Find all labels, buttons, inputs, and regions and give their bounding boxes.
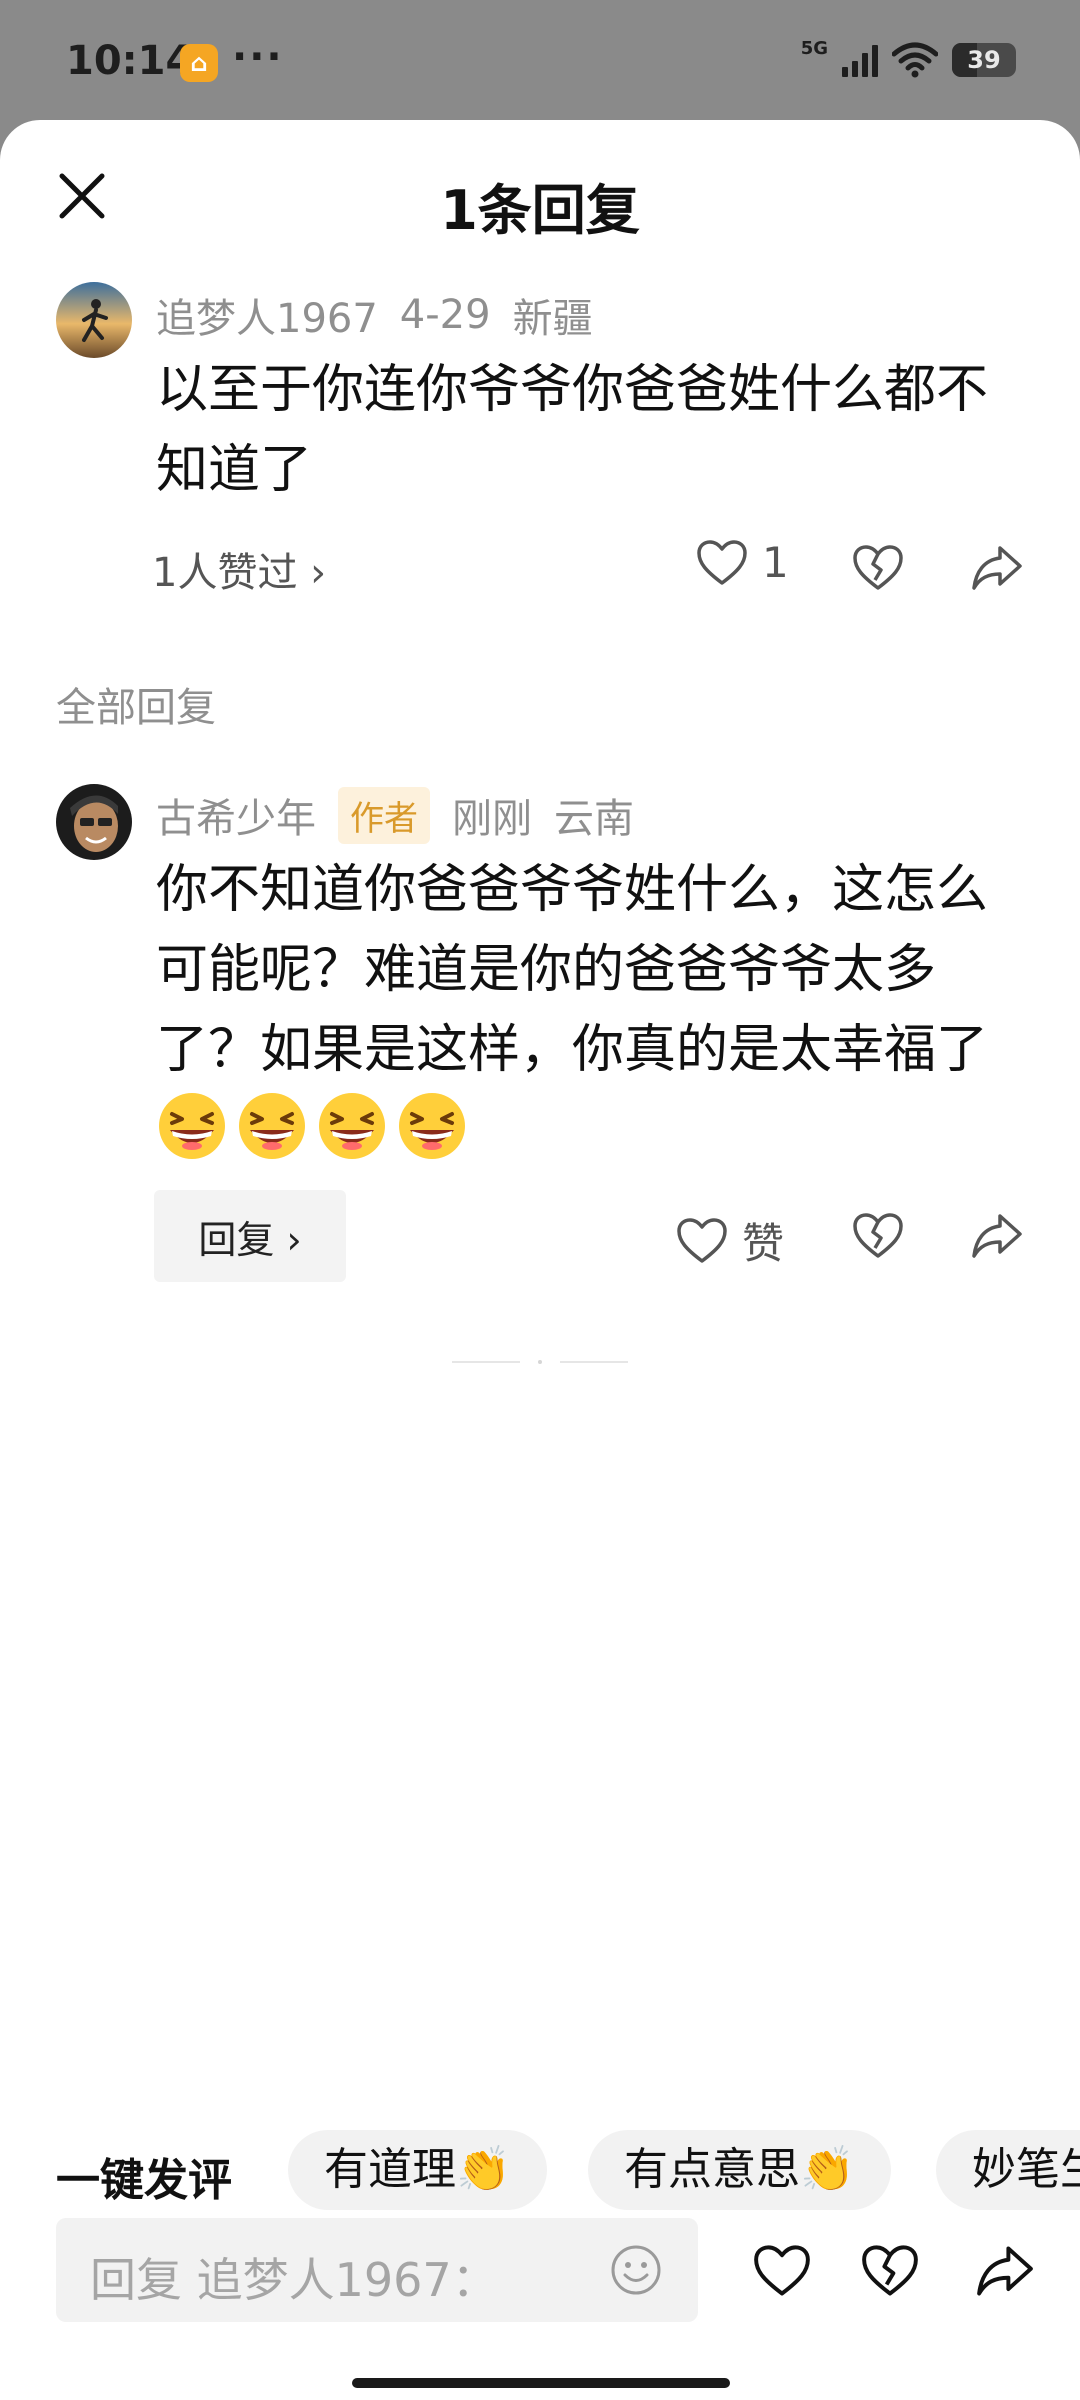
grinning-squint-face-emoji [159,1093,225,1159]
quick-comment-bar: 一键发评 有道理👏 有点意思👏 妙笔生 [0,2130,1080,2220]
reply-text-content: 你不知道你爸爸爷爷姓什么，这怎么可能呢？难道是你的爸爸爷爷太多了？如果是这样，你… [156,860,989,1080]
heart-icon[interactable] [752,2244,812,2298]
likes-summary-link[interactable]: 1人赞过 › [152,540,326,598]
comment-location: 新疆 [512,296,593,342]
reply-like-button[interactable]: 赞 [676,1210,784,1271]
signal-strength-icon [842,43,878,77]
app-notification-icon: ⌂ [180,44,218,82]
emoji-row [156,1093,476,1161]
reply-time: 刚刚 [452,796,532,842]
share-icon[interactable] [970,544,1024,592]
all-replies-label: 全部回复 [56,685,216,731]
author-badge: 作者 [338,786,430,844]
share-icon[interactable] [974,2244,1036,2298]
dislike-broken-heart-icon[interactable] [852,544,904,592]
network-type-label: 5G [800,37,828,59]
reply-button[interactable]: 回复 › [154,1190,346,1282]
reply-text: 你不知道你爸爸爷爷姓什么，这怎么可能呢？难道是你的爸爸爷爷太多了？如果是这样，你… [156,850,1026,1171]
comment-date: 4-29 [399,292,491,338]
avatar-reply-author[interactable] [56,784,132,860]
wifi-icon [892,42,938,78]
heart-icon [697,539,747,585]
status-time: 10:14 [66,38,194,84]
grinning-squint-face-emoji [239,1093,305,1159]
status-indicators: 5G 39 [801,38,1016,82]
battery-percent: 39 [967,46,1001,74]
status-more-indicator: ··· [232,34,284,80]
end-of-list-divider [452,1360,628,1364]
quick-comment-chip[interactable]: 有道理👏 [288,2130,547,2210]
grinning-squint-face-emoji [399,1093,465,1159]
reply-input-placeholder: 回复 追梦人1967： [90,2253,498,2307]
quick-comment-label: 一键发评 [56,2155,232,2206]
original-comment-meta: 追梦人1967 4-29 新疆 [156,286,593,344]
reply-input[interactable]: 回复 追梦人1967： [56,2218,698,2322]
dislike-broken-heart-icon[interactable] [860,2244,920,2298]
emoji-picker-icon[interactable] [610,2244,662,2296]
username[interactable]: 追梦人1967 [156,286,378,344]
replies-sheet: 1条回复 追梦人1967 4-29 新疆 以至于你连你爷爷你爸爸姓什么都不知道了… [0,120,1080,2400]
page-title: 1条回复 [440,179,640,242]
username[interactable]: 古希少年 [156,786,316,844]
share-icon[interactable] [970,1212,1024,1260]
quick-comment-chip[interactable]: 有点意思👏 [588,2130,891,2210]
like-button[interactable]: 1 [696,538,789,587]
like-count: 1 [762,538,789,587]
heart-icon [677,1217,727,1263]
reply-meta: 古希少年 作者 刚刚 云南 [156,786,634,844]
grinning-squint-face-emoji [319,1093,385,1159]
like-label: 赞 [742,1219,785,1268]
home-indicator [352,2378,730,2388]
original-comment-text: 以至于你连你爷爷你爸爸姓什么都不知道了 [156,360,989,500]
status-bar: 10:14 ⌂ ··· 5G 39 [0,0,1080,120]
battery-indicator: 39 [952,43,1016,77]
quick-comment-chip[interactable]: 妙笔生 [936,2130,1080,2210]
avatar-original-commenter[interactable] [56,282,132,358]
reply-location: 云南 [554,796,634,842]
dislike-broken-heart-icon[interactable] [852,1212,904,1260]
